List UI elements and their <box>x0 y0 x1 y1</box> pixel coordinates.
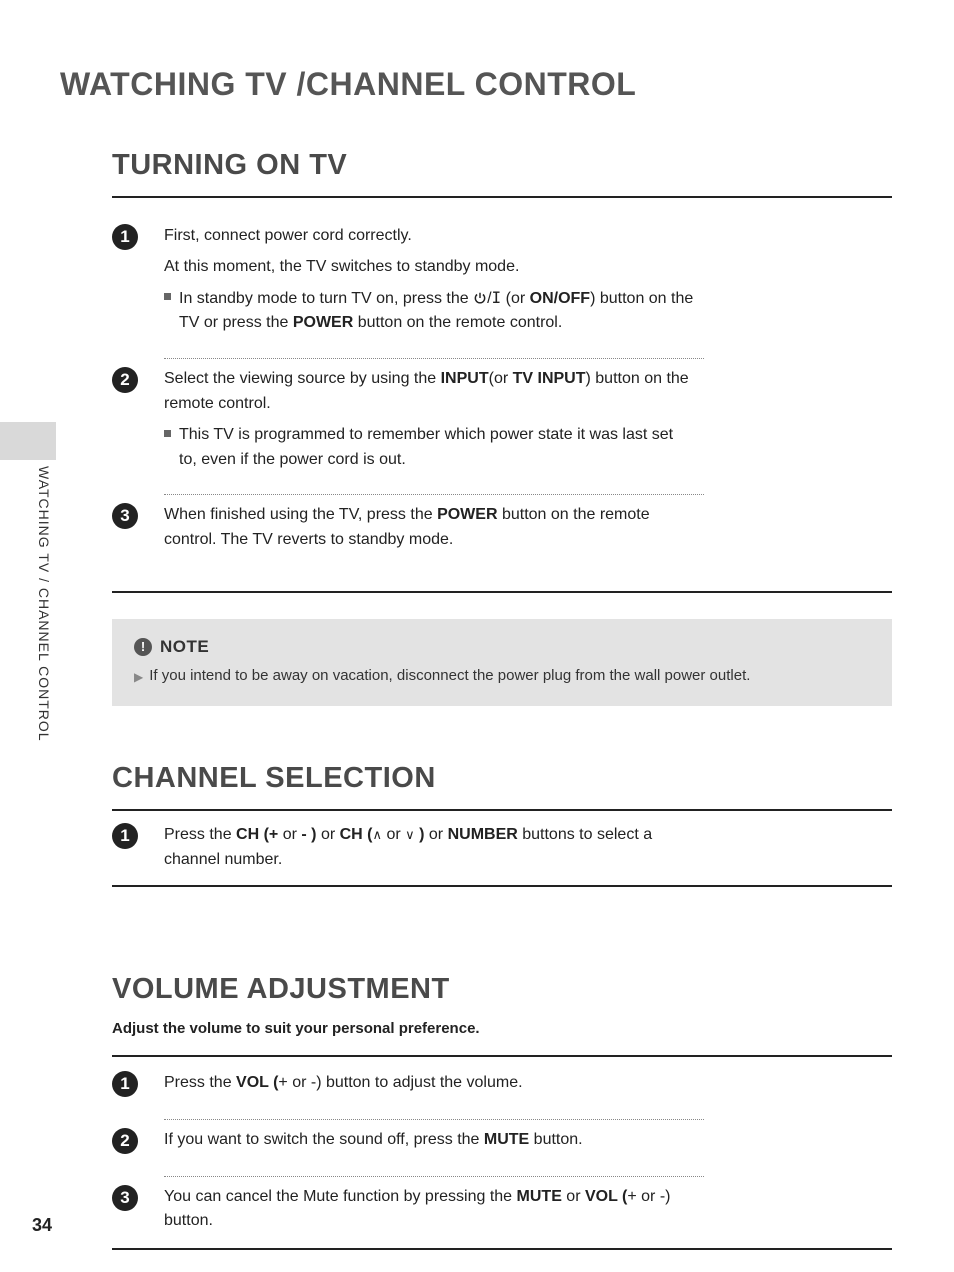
step-3: 3 When finished using the TV, press the … <box>112 495 892 575</box>
divider <box>112 1248 892 1250</box>
power-label: POWER <box>437 506 497 523</box>
step-number-icon: 1 <box>112 823 138 849</box>
power-label: POWER <box>293 314 353 331</box>
chevron-up-icon: ∧ <box>373 827 383 842</box>
step-number-icon: 3 <box>112 503 138 529</box>
square-bullet-icon <box>164 430 171 437</box>
section-title-volume: VOLUME ADJUSTMENT <box>112 973 892 1006</box>
step-2: 2 If you want to switch the sound off, p… <box>112 1120 892 1170</box>
step-text: If you want to switch the sound off, pre… <box>164 1128 694 1154</box>
section-intro: Adjust the volume to suit your personal … <box>112 1020 892 1037</box>
bullet-item: In standby mode to turn TV on, press the… <box>164 286 694 337</box>
mute-label: MUTE <box>517 1188 562 1205</box>
vol-label: VOL ( <box>236 1074 278 1091</box>
step-text: You can cancel the Mute function by pres… <box>164 1185 694 1235</box>
step-text: First, connect power cord correctly. <box>164 224 694 249</box>
section-title-turning-on: TURNING ON TV <box>112 149 892 182</box>
page-number: 34 <box>32 1215 52 1236</box>
tv-input-label: TV INPUT <box>513 370 586 387</box>
note-title: NOTE <box>160 637 209 657</box>
page-title: WATCHING TV /CHANNEL CONTROL <box>60 66 894 103</box>
triangle-bullet-icon: ▶ <box>134 670 143 684</box>
number-label: NUMBER <box>448 826 518 843</box>
step-text: (or <box>506 290 530 307</box>
step-3: 3 You can cancel the Mute function by pr… <box>112 1177 892 1249</box>
slash-i-icon: /I <box>487 290 501 307</box>
section-title-channel: CHANNEL SELECTION <box>112 762 892 795</box>
step-text: Press the VOL (+ or -) button to adjust … <box>164 1071 694 1097</box>
step-text: At this moment, the TV switches to stand… <box>164 255 694 280</box>
power-icon <box>473 291 487 305</box>
step-1: 1 First, connect power cord correctly. A… <box>112 216 892 352</box>
input-label: INPUT <box>441 370 489 387</box>
step-number-icon: 1 <box>112 1071 138 1097</box>
alert-icon: ! <box>134 638 152 656</box>
square-bullet-icon <box>164 293 171 300</box>
onoff-label: ON/OFF <box>530 290 590 307</box>
note-text: If you intend to be away on vacation, di… <box>149 667 750 684</box>
step-text: In standby mode to turn TV on, press the <box>179 290 473 307</box>
step-text: This TV is programmed to remember which … <box>179 423 694 473</box>
step-2: 2 Select the viewing source by using the… <box>112 359 892 488</box>
step-text: When finished using the TV, press the PO… <box>164 503 694 553</box>
vol-label: VOL ( <box>585 1188 627 1205</box>
step-number-icon: 2 <box>112 1128 138 1154</box>
side-section-label: WATCHING TV / CHANNEL CONTROL <box>36 466 52 742</box>
step-number-icon: 1 <box>112 224 138 250</box>
bullet-item: This TV is programmed to remember which … <box>164 423 694 473</box>
note-callout: ! NOTE ▶ If you intend to be away on vac… <box>112 619 892 706</box>
step-number-icon: 3 <box>112 1185 138 1211</box>
step-number-icon: 2 <box>112 367 138 393</box>
step-text: button on the remote control. <box>353 314 562 331</box>
divider <box>112 885 892 887</box>
step-1: 1 Press the VOL (+ or -) button to adjus… <box>112 1057 892 1113</box>
chevron-down-icon: ∨ <box>405 827 415 842</box>
step-1: 1 Press the CH (+ or - ) or CH (∧ or ∨ )… <box>112 811 892 885</box>
divider <box>112 591 892 593</box>
mute-label: MUTE <box>484 1131 529 1148</box>
step-text: Select the viewing source by using the I… <box>164 367 694 417</box>
side-tab <box>0 422 56 460</box>
step-text: Press the CH (+ or - ) or CH (∧ or ∨ ) o… <box>164 823 694 873</box>
